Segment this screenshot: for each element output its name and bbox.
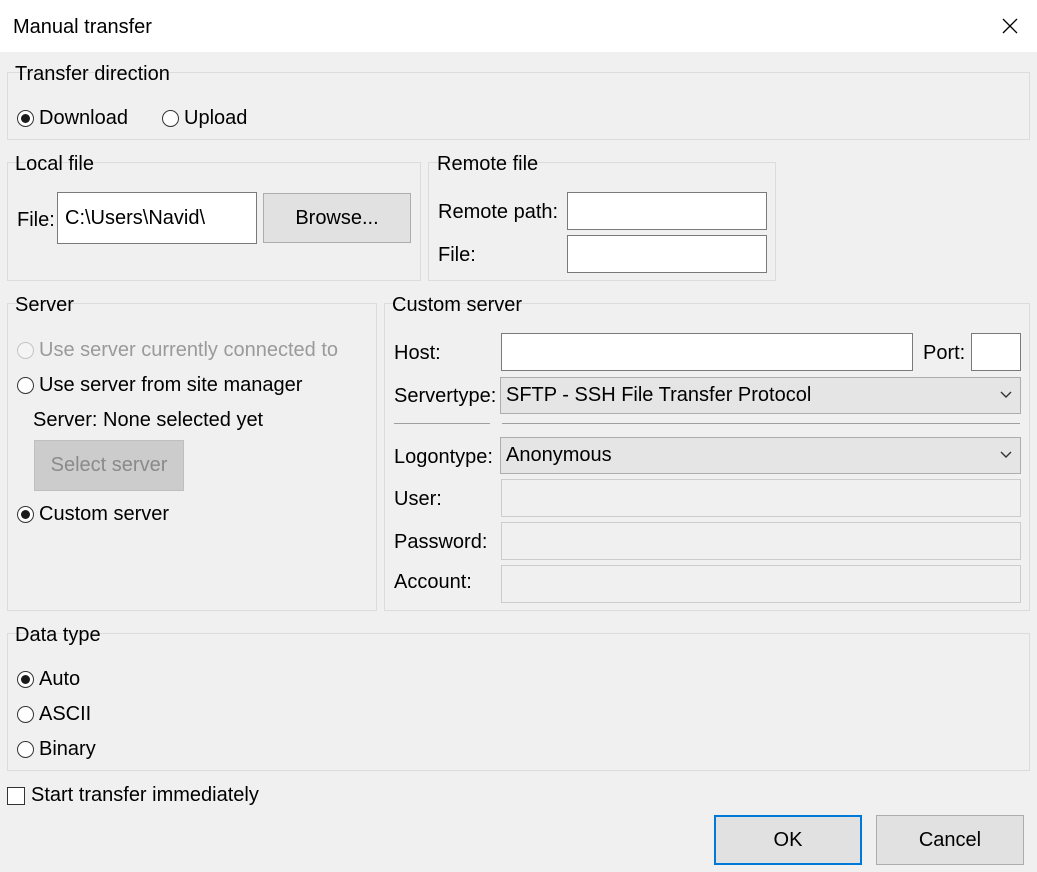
local-file-legend: Local file [15, 153, 94, 175]
host-label: Host: [394, 342, 441, 364]
custom-server-radio-label: Custom server [39, 503, 170, 525]
port-label: Port: [923, 342, 966, 364]
title-bar: Manual transfer [0, 0, 1037, 52]
checkbox-icon [7, 786, 25, 805]
custom-server-separator [394, 423, 490, 424]
custom-server-separator-right [502, 423, 1020, 424]
servertype-label: Servertype: [394, 385, 497, 407]
ok-button-label: OK [773, 828, 803, 851]
logontype-label: Logontype: [394, 446, 493, 468]
user-label: User: [394, 488, 442, 510]
server-info: Server: None selected yet [33, 409, 264, 431]
radio-icon [17, 110, 34, 127]
logontype-select[interactable]: Anonymous [500, 437, 1021, 474]
radio-icon [17, 506, 34, 523]
password-label: Password: [394, 531, 488, 553]
remote-path-input[interactable] [567, 192, 767, 230]
server-legend: Server [15, 294, 74, 316]
account-input[interactable] [501, 565, 1021, 603]
select-server-button[interactable]: Select server [34, 440, 184, 491]
browse-button-label: Browse... [295, 206, 379, 229]
radio-icon [17, 706, 34, 723]
remote-file-input[interactable] [567, 235, 767, 273]
cancel-button-label: Cancel [918, 828, 982, 851]
data-type-group [7, 633, 1030, 771]
radio-icon [17, 671, 34, 688]
auto-label: Auto [39, 668, 81, 690]
ok-button[interactable]: OK [714, 815, 862, 865]
download-radio[interactable]: Download [17, 107, 128, 130]
window-title: Manual transfer [13, 16, 152, 38]
radio-icon [17, 741, 34, 758]
local-file-label: File: [17, 209, 55, 231]
use-current-server-radio[interactable]: Use server currently connected to [17, 339, 338, 362]
radio-icon [162, 110, 179, 127]
upload-label: Upload [184, 107, 248, 129]
custom-server-radio[interactable]: Custom server [17, 503, 169, 526]
use-site-manager-label: Use server from site manager [39, 374, 303, 396]
start-immediately-checkbox[interactable]: Start transfer immediately [7, 784, 259, 807]
password-input[interactable] [501, 522, 1021, 560]
radio-icon [17, 377, 34, 394]
select-server-label: Select server [50, 454, 168, 476]
download-label: Download [39, 107, 128, 129]
user-input[interactable] [501, 479, 1021, 517]
logontype-value: Anonymous [506, 444, 612, 466]
local-file-input[interactable] [57, 192, 257, 244]
binary-radio[interactable]: Binary [17, 738, 96, 761]
remote-path-label: Remote path: [438, 201, 559, 223]
upload-radio[interactable]: Upload [162, 107, 247, 130]
transfer-direction-legend: Transfer direction [15, 63, 170, 85]
servertype-value: SFTP - SSH File Transfer Protocol [506, 384, 812, 406]
use-current-server-label: Use server currently connected to [39, 339, 339, 361]
start-immediately-label: Start transfer immediately [31, 784, 259, 806]
use-site-manager-radio[interactable]: Use server from site manager [17, 374, 302, 397]
remote-file-legend: Remote file [437, 153, 539, 175]
ascii-label: ASCII [39, 703, 92, 725]
port-input[interactable] [971, 333, 1021, 371]
ascii-radio[interactable]: ASCII [17, 703, 91, 726]
browse-button[interactable]: Browse... [263, 193, 411, 243]
auto-radio[interactable]: Auto [17, 668, 80, 691]
radio-icon [17, 342, 34, 359]
host-input[interactable] [501, 333, 913, 371]
custom-server-legend: Custom server [392, 294, 523, 316]
close-icon [1002, 18, 1018, 34]
chevron-down-icon [1000, 391, 1012, 398]
data-type-legend: Data type [15, 624, 101, 646]
chevron-down-icon [1000, 451, 1012, 458]
account-label: Account: [394, 571, 472, 593]
cancel-button[interactable]: Cancel [876, 815, 1024, 865]
binary-label: Binary [39, 738, 96, 760]
servertype-select[interactable]: SFTP - SSH File Transfer Protocol [500, 377, 1021, 414]
close-button[interactable] [983, 0, 1037, 52]
remote-file-label: File: [438, 244, 476, 266]
